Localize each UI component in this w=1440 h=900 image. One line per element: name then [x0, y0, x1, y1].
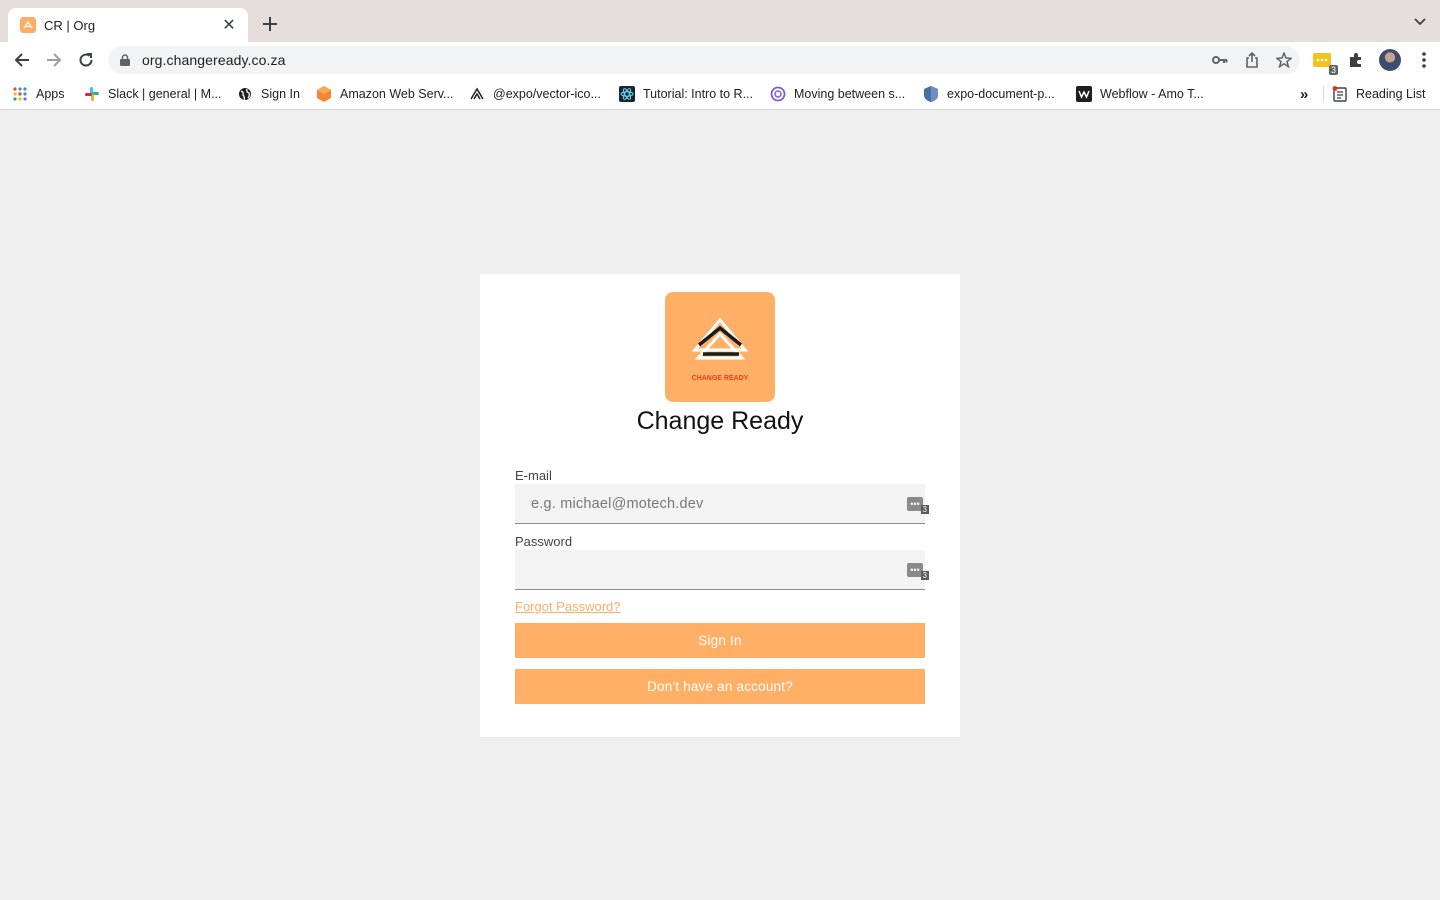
- tab-search-button[interactable]: [1412, 14, 1428, 30]
- bookmark-react-tutorial[interactable]: Tutorial: Intro to R...: [619, 84, 753, 104]
- arrow-right-icon: [47, 53, 62, 67]
- bookmark-expo-vector-icons[interactable]: @expo/vector-ico...: [469, 84, 601, 104]
- password-field[interactable]: [531, 561, 891, 578]
- tab-close-icon[interactable]: ✕: [220, 16, 238, 34]
- bookmark-label: Apps: [36, 87, 65, 101]
- back-button[interactable]: [10, 48, 34, 72]
- slack-icon: [84, 86, 100, 102]
- password-extension-icon: [1313, 53, 1331, 67]
- email-label: E-mail: [515, 468, 552, 483]
- bookmark-label: Webflow - Amo T...: [1100, 87, 1204, 101]
- bookmark-slack[interactable]: Slack | general | M...: [84, 84, 221, 104]
- bookmark-star-icon[interactable]: [1274, 50, 1294, 70]
- logo-wordmark: CHANGE READY: [692, 375, 749, 382]
- bookmarks-overflow-button[interactable]: »: [1300, 84, 1308, 104]
- apps-grid-icon: [12, 86, 28, 102]
- reading-list-label: Reading List: [1356, 87, 1426, 101]
- bookmark-webflow[interactable]: Webflow - Amo T...: [1076, 84, 1204, 104]
- forward-button[interactable]: [42, 48, 66, 72]
- extension-badge: 3: [1328, 65, 1338, 75]
- address-bar[interactable]: org.changeready.co.za: [108, 46, 1300, 74]
- avatar: [1379, 49, 1401, 71]
- expo-icon: [469, 86, 485, 102]
- tab-title: CR | Org: [44, 17, 96, 33]
- bookmark-label: Amazon Web Serv...: [340, 87, 454, 101]
- bookmark-expo-document-picker[interactable]: expo-document-p...: [923, 84, 1055, 104]
- field-badge: 3: [920, 571, 929, 580]
- field-badge: 3: [920, 505, 929, 514]
- webflow-icon: [1076, 86, 1092, 102]
- email-field-wrapper: ••• 3: [515, 484, 929, 524]
- bookmark-apps[interactable]: Apps: [12, 84, 65, 104]
- tab-strip: CR | Org ✕: [0, 0, 1440, 42]
- browser-tab-active[interactable]: CR | Org ✕: [8, 8, 248, 42]
- puzzle-icon: [1350, 53, 1361, 67]
- browser-toolbar: org.changeready.co.za 3: [0, 42, 1440, 78]
- change-ready-logo: CHANGE READY: [665, 292, 775, 402]
- aws-icon: [316, 86, 332, 102]
- share-icon[interactable]: [1242, 50, 1262, 70]
- bookmarks-divider: [1323, 86, 1324, 102]
- app-title: Change Ready: [636, 407, 804, 435]
- browser-menu-button[interactable]: [1412, 48, 1436, 72]
- email-field[interactable]: [531, 495, 891, 512]
- bookmark-label: Slack | general | M...: [108, 87, 222, 101]
- url-text: org.changeready.co.za: [142, 52, 286, 68]
- bookmark-sign-in[interactable]: Sign In: [237, 84, 300, 104]
- reading-list-button[interactable]: Reading List: [1332, 84, 1426, 104]
- login-card: CHANGE READY Change Ready E-mail ••• 3 P…: [480, 274, 960, 737]
- shield-icon: [923, 86, 939, 102]
- sign-in-button[interactable]: Sign In: [515, 623, 925, 658]
- password-label: Password: [515, 534, 573, 549]
- extensions-button[interactable]: [1344, 48, 1368, 72]
- reload-button[interactable]: [74, 48, 98, 72]
- bookmark-label: Moving between s...: [794, 87, 906, 101]
- globe-icon: [237, 86, 253, 102]
- reload-icon: [79, 53, 93, 67]
- lock-icon: [120, 53, 132, 67]
- bookmark-label: @expo/vector-ico...: [493, 87, 601, 101]
- bookmark-label: expo-document-p...: [947, 87, 1055, 101]
- bookmarks-bar: Apps Slack | general | M... Sign In Amaz…: [0, 78, 1440, 110]
- more-vertical-icon: [1422, 52, 1426, 68]
- bookmark-label: Sign In: [261, 87, 300, 101]
- sign-up-button[interactable]: Don't have an account?: [515, 669, 925, 704]
- forgot-password-link[interactable]: Forgot Password?: [515, 599, 621, 614]
- new-tab-button[interactable]: [258, 12, 282, 36]
- react-icon: [619, 86, 635, 102]
- plus-icon: [263, 17, 277, 31]
- bookmark-label: Tutorial: Intro to R...: [643, 87, 753, 101]
- password-field-wrapper: ••• 3: [515, 550, 929, 590]
- arrow-left-icon: [14, 53, 29, 67]
- extensions-area: 3: [1310, 48, 1436, 75]
- bookmark-aws[interactable]: Amazon Web Serv...: [316, 84, 453, 104]
- password-manager-extension-button[interactable]: 3: [1310, 48, 1338, 75]
- key-icon[interactable]: [1210, 50, 1230, 70]
- reading-list-icon: [1332, 86, 1348, 102]
- circle-icon: [770, 86, 786, 102]
- changeready-favicon-icon: [20, 17, 36, 33]
- chevron-down-icon: [1414, 18, 1426, 26]
- bookmark-moving-between[interactable]: Moving between s...: [770, 84, 905, 104]
- profile-button[interactable]: [1378, 48, 1402, 72]
